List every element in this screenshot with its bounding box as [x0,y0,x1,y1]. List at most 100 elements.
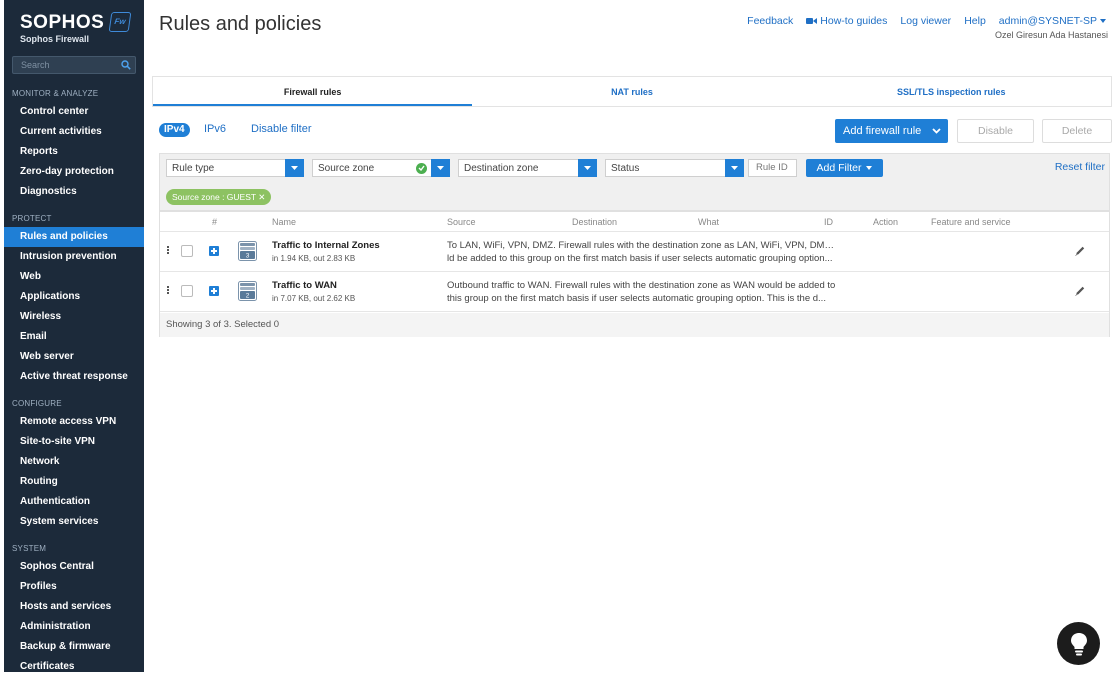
chevron-down-icon[interactable] [924,119,948,143]
destination-zone-select[interactable]: Destination zone [458,159,597,177]
pencil-icon[interactable] [1074,285,1086,297]
nav-wireless[interactable]: Wireless [4,307,144,327]
expand-plus-icon[interactable] [209,286,219,296]
col-destination: Destination [572,217,618,227]
nav-web[interactable]: Web [4,267,144,287]
filter-panel: Rule type Source zone Destination zone S… [159,153,1110,211]
active-filter-chip[interactable]: Source zone : GUEST ✕ [166,189,272,205]
drag-handle-icon[interactable] [167,286,170,295]
disable-button[interactable]: Disable [957,119,1034,143]
table-row[interactable]: 2 Traffic to WAN in 7.07 KB, out 2.62 KB… [160,272,1109,312]
disable-filter-link[interactable]: Disable filter [251,123,312,135]
nav-certificates[interactable]: Certificates [4,657,144,672]
fw-badge: Fw [108,12,132,32]
nav-zero-day-protection[interactable]: Zero-day protection [4,162,144,182]
howto-link[interactable]: How-to guides [806,15,887,27]
howto-label: How-to guides [820,15,888,27]
feedback-link[interactable]: Feedback [747,15,793,27]
rule-name[interactable]: Traffic to Internal Zones [272,240,380,251]
status-select[interactable]: Status [605,159,744,177]
nav-applications[interactable]: Applications [4,287,144,307]
nav-remote-access-vpn[interactable]: Remote access VPN [4,412,144,432]
rule-count: 2 [246,293,250,300]
section-configure: CONFIGURE [12,399,62,408]
log-viewer-link[interactable]: Log viewer [900,15,951,27]
section-protect: PROTECT [12,214,52,223]
nav-email[interactable]: Email [4,327,144,347]
col-name: Name [272,217,297,227]
source-zone-select[interactable]: Source zone [312,159,450,177]
nav-diagnostics[interactable]: Diagnostics [4,182,144,202]
nav-network[interactable]: Network [4,452,144,472]
rule-count: 3 [246,253,250,260]
add-filter-label: Add Filter [816,162,862,174]
nav-backup-firmware[interactable]: Backup & firmware [4,637,144,657]
nav-profiles[interactable]: Profiles [4,577,144,597]
table-header: # Name Source Destination What ID Action… [160,212,1109,232]
nav-rules-and-policies[interactable]: Rules and policies [4,227,144,247]
search-input[interactable] [13,57,135,73]
section-system: SYSTEM [12,544,47,553]
chevron-down-icon[interactable] [431,159,450,177]
pencil-icon[interactable] [1074,245,1086,257]
filter-row: Rule type Source zone Destination zone S… [166,159,883,177]
section-monitor: MONITOR & ANALYZE [12,89,99,98]
add-filter-button[interactable]: Add Filter [806,159,883,177]
rule-description: To LAN, WiFi, VPN, DMZ. Firewall rules w… [447,239,839,265]
table-footer-status: Showing 3 of 3. Selected 0 [160,313,1109,337]
add-firewall-rule-button[interactable]: Add firewall rule [835,119,948,143]
rule-type-select[interactable]: Rule type [166,159,304,177]
nav-control-center[interactable]: Control center [4,102,144,122]
logo[interactable]: SOPHOS Sophos Firewall Fw [4,0,144,52]
nav-system-services[interactable]: System services [4,512,144,532]
ipv6-toggle[interactable]: IPv6 [204,123,226,135]
nav-intrusion-prevention[interactable]: Intrusion prevention [4,247,144,267]
chevron-down-icon[interactable] [578,159,597,177]
rule-name[interactable]: Traffic to WAN [272,280,337,291]
chevron-down-icon[interactable] [285,159,304,177]
nav-reports[interactable]: Reports [4,142,144,162]
chevron-down-icon[interactable] [725,159,744,177]
rule-id-input[interactable]: Rule ID [748,159,797,177]
help-lightbulb-button[interactable] [1057,622,1100,665]
drag-handle-icon[interactable] [167,246,170,255]
col-source: Source [447,217,476,227]
col-number: # [212,217,218,227]
ipv4-toggle[interactable]: IPv4 [159,123,190,137]
video-camera-icon [806,18,818,25]
nav-site-to-site-vpn[interactable]: Site-to-site VPN [4,432,144,452]
nav-active-threat-response[interactable]: Active threat response [4,367,144,387]
rule-tabs: Firewall rules NAT rules SSL/TLS inspect… [152,76,1112,107]
sidebar-search[interactable] [12,56,136,74]
sidebar: SOPHOS Sophos Firewall Fw MONITOR & ANAL… [4,0,144,672]
expand-plus-icon[interactable] [209,246,219,256]
rule-group-icon: 3 [238,241,257,261]
rule-description-line: this group on the first match basis if u… [447,293,826,304]
status-value: Status [611,162,640,174]
rule-description: Outbound traffic to WAN. Firewall rules … [447,279,839,305]
row-checkbox[interactable] [181,285,193,297]
reset-filter-link[interactable]: Reset filter [1055,161,1105,173]
rule-type-value: Rule type [172,162,215,174]
nav-routing[interactable]: Routing [4,472,144,492]
table-row[interactable]: 3 Traffic to Internal Zones in 1.94 KB, … [160,232,1109,272]
organization-name: Ozel Giresun Ada Hastanesi [994,30,1108,40]
row-checkbox[interactable] [181,245,193,257]
nav-current-activities[interactable]: Current activities [4,122,144,142]
search-icon[interactable] [121,60,131,70]
tab-nat-rules[interactable]: NAT rules [472,77,791,106]
tab-firewall-rules[interactable]: Firewall rules [153,77,473,106]
help-link[interactable]: Help [964,15,986,27]
chevron-down-icon [866,166,873,170]
nav-administration[interactable]: Administration [4,617,144,637]
destination-zone-value: Destination zone [464,162,539,174]
col-action: Action [873,217,899,227]
col-what: What [698,217,720,227]
nav-web-server[interactable]: Web server [4,347,144,367]
nav-authentication[interactable]: Authentication [4,492,144,512]
nav-sophos-central[interactable]: Sophos Central [4,557,144,577]
user-menu[interactable]: admin@SYSNET-SP [999,15,1106,27]
tab-ssl-tls-inspection-rules[interactable]: SSL/TLS inspection rules [792,77,1111,106]
delete-button[interactable]: Delete [1042,119,1112,143]
nav-hosts-and-services[interactable]: Hosts and services [4,597,144,617]
